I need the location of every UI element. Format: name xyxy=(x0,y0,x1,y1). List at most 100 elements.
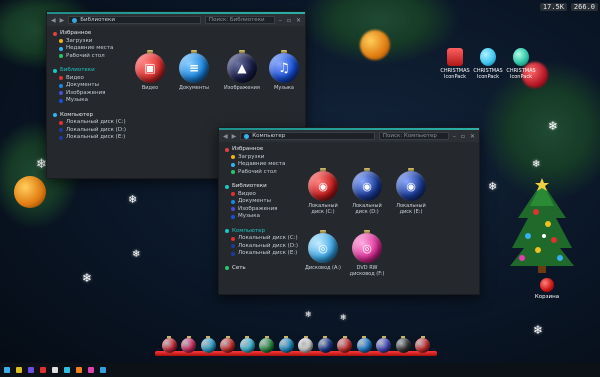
desktop-icon-trash[interactable]: Корзина xyxy=(530,278,564,300)
taskbar-app-icon[interactable] xyxy=(64,367,70,373)
dock-app-icon[interactable] xyxy=(376,336,392,353)
taskbar-app-icon[interactable] xyxy=(28,367,34,373)
sidebar-item-downloads[interactable]: Загрузки xyxy=(53,38,127,46)
back-arrow-icon[interactable]: ◀ xyxy=(51,17,56,24)
dock-app-icon[interactable] xyxy=(220,336,236,353)
document-icon xyxy=(59,83,63,88)
library-item-music[interactable]: ♫ Музыка xyxy=(269,50,299,91)
star-icon xyxy=(225,147,229,152)
sidebar-item-music[interactable]: Музыка xyxy=(53,97,127,105)
film-icon: ▣ xyxy=(135,53,165,83)
address-bar[interactable]: Компьютер xyxy=(240,132,375,140)
sidebar-item-recent[interactable]: Недавние места xyxy=(225,161,299,169)
search-input[interactable]: Поиск: Компьютер xyxy=(378,132,449,140)
search-placeholder: Поиск: Компьютер xyxy=(382,133,437,139)
drive-item-f[interactable]: ◎ DVD RW дисковод (F:) xyxy=(347,230,387,277)
dock-app-icon[interactable] xyxy=(337,336,353,353)
hard-drive-icon: ◉ xyxy=(308,171,338,201)
dock-app-icon[interactable] xyxy=(259,336,275,353)
dock-app-icon[interactable] xyxy=(317,336,333,353)
sidebar-item-desktop[interactable]: Рабочий стол xyxy=(53,53,127,61)
address-text: Библиотеки xyxy=(80,17,115,23)
dock-app-icon[interactable] xyxy=(239,336,255,353)
sidebar-item-libraries[interactable]: Библиотеки xyxy=(53,67,127,75)
library-item-video[interactable]: ▣ Видео xyxy=(135,50,165,91)
close-icon[interactable]: ✕ xyxy=(470,133,475,140)
dock-app-icon[interactable] xyxy=(356,336,372,353)
sidebar-item-computer[interactable]: Компьютер xyxy=(225,228,299,236)
close-icon[interactable]: ✕ xyxy=(296,17,301,24)
sidebar-item-drive-e[interactable]: Локальный диск (E:) xyxy=(53,134,127,142)
sidebar-item-recent[interactable]: Недавние места xyxy=(53,45,127,53)
drive-item-d[interactable]: ◉ Локальный диск (D:) xyxy=(347,168,387,215)
sidebar-item-favorites[interactable]: Избранное xyxy=(225,146,299,154)
forward-arrow-icon[interactable]: ▶ xyxy=(60,17,65,24)
dock-app-icon[interactable] xyxy=(278,336,294,353)
maximize-icon[interactable]: ▫ xyxy=(461,133,465,140)
dock-app-icon[interactable] xyxy=(415,336,431,353)
dock-app-icon[interactable] xyxy=(161,336,177,353)
minimize-icon[interactable]: – xyxy=(279,17,282,24)
sidebar-item-downloads[interactable]: Загрузки xyxy=(225,154,299,162)
library-icon xyxy=(53,68,57,73)
back-arrow-icon[interactable]: ◀ xyxy=(223,133,228,140)
library-item-documents[interactable]: ≡ Документы xyxy=(179,50,209,91)
sidebar-item-network[interactable]: Сеть xyxy=(225,265,299,273)
drive-item-c[interactable]: ◉ Локальный диск (C:) xyxy=(303,168,343,215)
sidebar-item-documents[interactable]: Документы xyxy=(53,82,127,90)
upload-speed: 266.0 xyxy=(570,2,598,11)
dock-app-icon[interactable] xyxy=(181,336,197,353)
taskbar-app-icon[interactable] xyxy=(100,367,106,373)
sidebar-item-video[interactable]: Видео xyxy=(53,75,127,83)
taskbar-app-icon[interactable] xyxy=(40,367,46,373)
bauble-icon xyxy=(317,338,333,353)
desktop-icon-label: CHRISTMAS IconPack xyxy=(440,68,470,80)
sidebar-item-libraries[interactable]: Библиотеки xyxy=(225,183,299,191)
maximize-icon[interactable]: ▫ xyxy=(287,17,291,24)
sidebar-item-video[interactable]: Видео xyxy=(225,191,299,199)
sidebar-item-desktop[interactable]: Рабочий стол xyxy=(225,169,299,177)
sidebar-item-computer[interactable]: Компьютер xyxy=(53,112,127,120)
sidebar-item-drive-c[interactable]: Локальный диск (C:) xyxy=(53,119,127,127)
sidebar-item-drive-c[interactable]: Локальный диск (C:) xyxy=(225,235,299,243)
taskbar-app-icon[interactable] xyxy=(88,367,94,373)
drive-icon xyxy=(231,236,235,241)
hard-drive-icon: ◉ xyxy=(352,171,382,201)
taskbar-app-icon[interactable] xyxy=(52,367,58,373)
sidebar-item-favorites[interactable]: Избранное xyxy=(53,30,127,38)
search-input[interactable]: Поиск: Библиотеки xyxy=(204,16,275,24)
document-icon: ≡ xyxy=(179,53,209,83)
drive-icon xyxy=(59,135,63,140)
drive-icon xyxy=(59,120,63,125)
sidebar-item-music[interactable]: Музыка xyxy=(225,213,299,221)
snowflake-icon: ❄ xyxy=(128,193,138,206)
card-icon xyxy=(447,48,463,66)
window-toolbar: ◀ ▶ Компьютер Поиск: Компьютер – ▫ ✕ xyxy=(219,130,479,142)
library-item-images[interactable]: ▲ Изображения xyxy=(224,50,260,91)
drive-item-e[interactable]: ◉ Локальный диск (E:) xyxy=(391,168,431,215)
taskbar-app-icon[interactable] xyxy=(16,367,22,373)
dock-app-icon[interactable] xyxy=(298,336,314,353)
desktop-icon-christmas-iconpack[interactable]: CHRISTMAS IconPack xyxy=(438,48,472,80)
sidebar-item-images[interactable]: Изображения xyxy=(53,90,127,98)
minimize-icon[interactable]: – xyxy=(453,133,456,140)
dock-app-icon[interactable] xyxy=(395,336,411,353)
sidebar-item-documents[interactable]: Документы xyxy=(225,198,299,206)
film-icon xyxy=(59,76,63,81)
orange-bauble-decoration xyxy=(360,30,390,60)
sidebar-item-images[interactable]: Изображения xyxy=(225,206,299,214)
desktop-icon-christmas-iconpack[interactable]: CHRISTMAS IconPack xyxy=(504,48,538,80)
music-note-icon xyxy=(59,98,63,103)
sidebar-item-drive-d[interactable]: Локальный диск (D:) xyxy=(225,243,299,251)
sidebar-item-drive-d[interactable]: Локальный диск (D:) xyxy=(53,127,127,135)
taskbar-app-icon[interactable] xyxy=(76,367,82,373)
bauble-icon xyxy=(200,338,216,353)
sidebar-item-drive-e[interactable]: Локальный диск (E:) xyxy=(225,250,299,258)
drive-item-a[interactable]: ◎ Дисковод (A:) xyxy=(303,230,343,271)
address-bar[interactable]: Библиотеки xyxy=(68,16,201,24)
forward-arrow-icon[interactable]: ▶ xyxy=(232,133,237,140)
dock-app-icon[interactable] xyxy=(200,336,216,353)
desktop-icon-christmas-iconpack[interactable]: CHRISTMAS IconPack xyxy=(471,48,505,80)
taskbar-app-icon[interactable] xyxy=(4,367,10,373)
network-icon xyxy=(225,266,229,271)
